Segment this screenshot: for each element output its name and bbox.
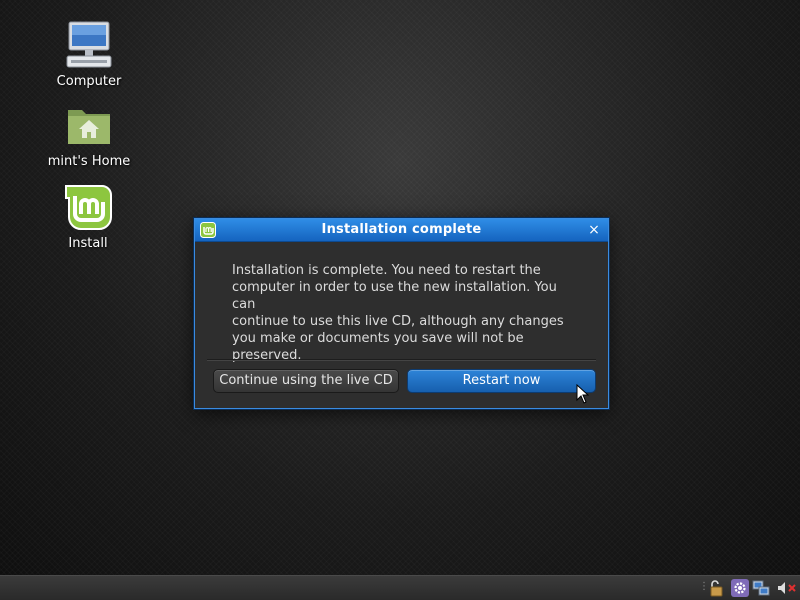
lock-icon[interactable] — [707, 579, 725, 597]
desktop-icon-label: mint's Home — [47, 154, 131, 169]
bottom-panel: ⋮ — [0, 575, 800, 600]
installation-complete-dialog: Installation complete × Installation is … — [194, 218, 609, 409]
settings-gear-icon[interactable] — [731, 579, 749, 597]
desktop-icon-label: Computer — [56, 74, 122, 89]
dialog-message: Installation is complete. You need to re… — [232, 263, 564, 363]
mouse-pointer-icon — [576, 384, 590, 404]
volume-muted-icon[interactable] — [776, 579, 798, 597]
close-icon[interactable]: × — [586, 221, 602, 239]
desktop-icon-label: Install — [68, 236, 108, 251]
continue-live-cd-button[interactable]: Continue using the live CD — [213, 369, 399, 393]
computer-icon — [66, 21, 112, 68]
network-icon[interactable] — [752, 579, 770, 597]
desktop-icon-home[interactable]: mint's Home — [39, 100, 139, 169]
dialog-separator — [207, 359, 596, 361]
dialog-title: Installation complete — [321, 222, 482, 237]
desktop-icon-computer[interactable]: Computer — [39, 20, 139, 89]
desktop-icon-install[interactable]: Install — [38, 182, 138, 251]
home-folder-icon — [68, 110, 110, 144]
mint-install-icon — [65, 185, 112, 230]
restart-now-button[interactable]: Restart now — [407, 369, 596, 393]
dialog-titlebar[interactable]: Installation complete × — [195, 219, 608, 242]
